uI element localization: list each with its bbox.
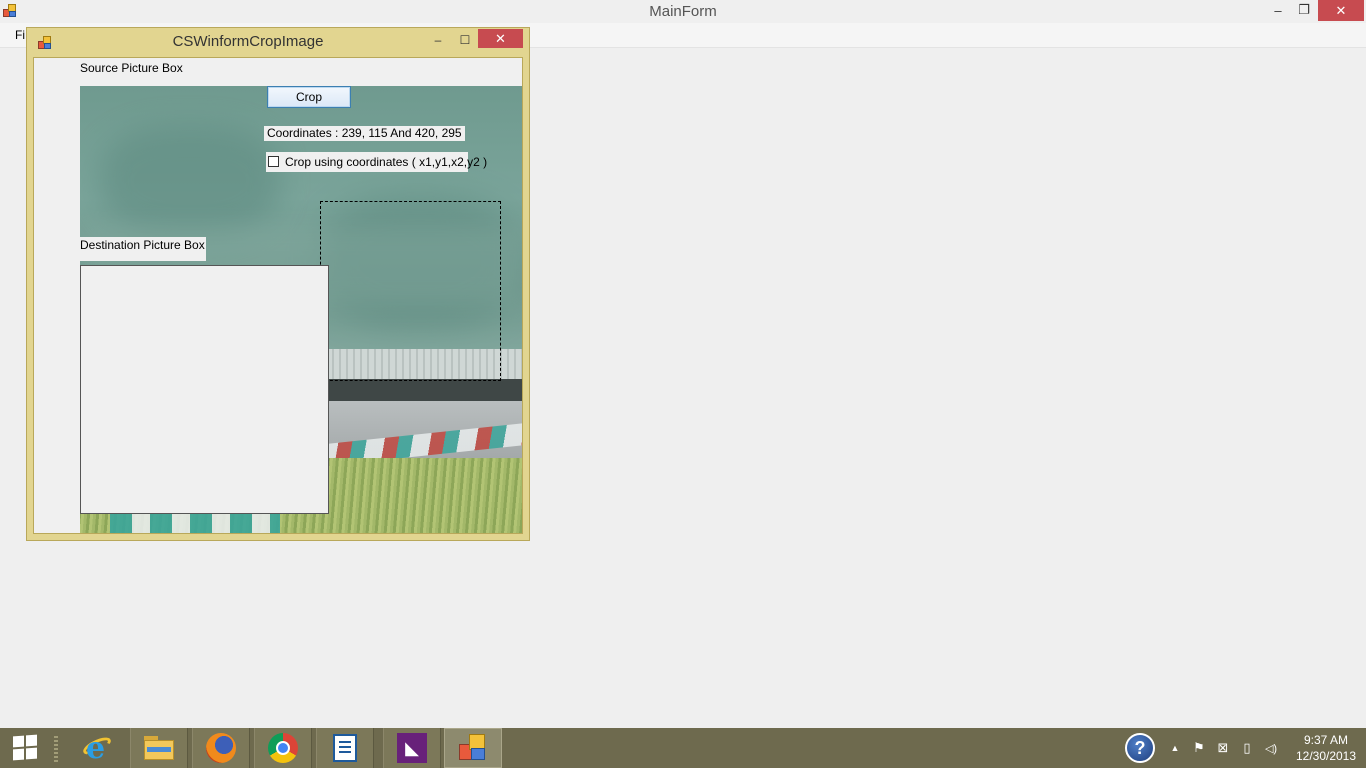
child-minimize-button[interactable]: – [428,32,448,48]
main-minimize-button[interactable]: – [1268,0,1288,20]
main-restore-button[interactable]: ❐ [1294,0,1314,20]
main-window-title: MainForm [649,3,717,20]
taskbar-file-explorer[interactable] [130,728,188,768]
clock-date: 12/30/2013 [1295,749,1357,763]
coordinates-label: Coordinates : 239, 115 And 420, 295 [264,126,465,141]
source-picture-box-label: Source Picture Box [80,61,183,75]
crop-button[interactable]: Crop [267,86,351,108]
network-icon[interactable]: ⊠ [1214,739,1232,757]
action-center-flag-icon[interactable]: ⚑ [1190,739,1208,757]
internet-explorer-icon: e [80,731,114,766]
crop-using-coordinates-checkbox[interactable]: Crop using coordinates ( x1,y1,x2,y2 ) [266,152,487,172]
chrome-icon [268,733,298,763]
firefox-icon [206,733,236,763]
child-window[interactable]: CSWinformCropImage – ☐ ✕ Source Picture … [26,27,530,541]
windows-logo-icon [13,734,37,761]
checkbox-label[interactable]: Crop using coordinates ( x1,y1,x2,y2 ) [285,155,487,169]
child-window-title: CSWinformCropImage [172,33,324,50]
show-hidden-icons-button[interactable]: ▲ [1168,739,1182,757]
clock-time: 9:37 AM [1303,733,1349,747]
document-icon [333,734,357,762]
taskbar-cswinformcropimage[interactable] [444,728,502,768]
help-icon[interactable]: ? [1125,733,1155,763]
start-button[interactable] [0,728,50,768]
system-clock[interactable]: 9:37 AM 12/30/2013 [1288,732,1364,764]
taskbar-document[interactable] [316,728,374,768]
taskbar-internet-explorer[interactable]: e [68,728,126,768]
main-close-button[interactable]: ✕ [1318,0,1364,21]
taskbar-visual-studio[interactable]: ◣ [383,728,441,768]
child-client-area: Source Picture Box Crop Coordinates : 23… [33,57,523,534]
visual-studio-icon: ◣ [397,733,427,763]
destination-picture-box [80,265,329,514]
child-close-button[interactable]: ✕ [478,29,523,48]
destination-label-area: Destination Picture Box [80,237,206,261]
taskbar-chrome[interactable] [254,728,312,768]
taskbar: e ◣ ? ▲ ⚑ ⊠ ▯ ◁) 9:37 AM 12/30/2013 [0,728,1366,768]
checkbox-box[interactable] [268,156,279,167]
volume-icon[interactable]: ◁) [1261,739,1281,757]
menu-file[interactable]: Fi [15,28,25,42]
taskbar-firefox[interactable] [192,728,250,768]
app-icon [459,734,487,762]
crop-selection-rectangle[interactable] [320,201,501,381]
main-titlebar: MainForm – ❐ ✕ [0,0,1366,22]
child-maximize-button[interactable]: ☐ [455,32,475,48]
power-icon[interactable]: ▯ [1238,739,1256,757]
folder-icon [144,736,174,760]
taskbar-grip [54,736,58,762]
destination-picture-box-label: Destination Picture Box [80,238,205,252]
